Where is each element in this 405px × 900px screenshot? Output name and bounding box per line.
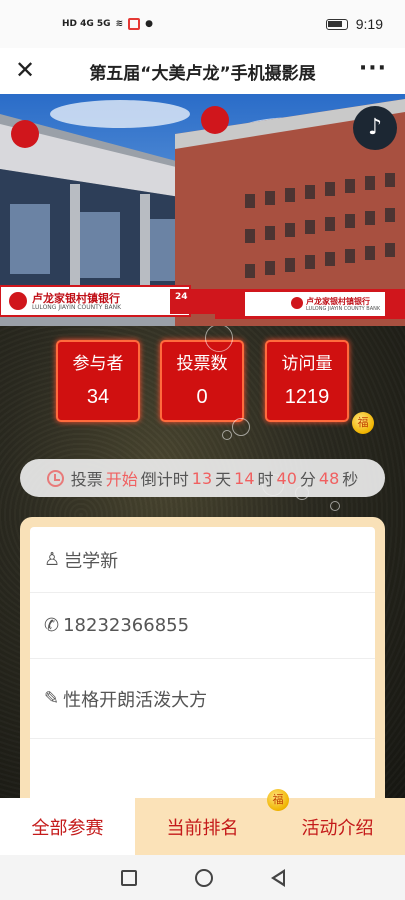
tab-event-intro[interactable]: 活动介绍 <box>270 798 405 855</box>
coin-decoration: 福 <box>352 412 374 434</box>
stat-participants: 参与者 34 <box>56 340 140 422</box>
profile-name-row: ♙ 岂学新 <box>30 527 375 593</box>
profile-phone[interactable]: 18232366855 <box>63 615 189 636</box>
profile-name: 岂学新 <box>64 550 119 572</box>
bottom-tab-bar: 全部参赛 当前排名 活动介绍 <box>0 798 405 855</box>
bank-sign-badge: 24 <box>175 292 188 302</box>
title-bar: ✕ 第五届“大美卢龙”手机摄影展 ··· <box>0 48 405 94</box>
home-icon[interactable] <box>194 868 213 887</box>
more-icon[interactable]: ··· <box>359 56 387 81</box>
clock-time: 9:19 <box>355 16 383 32</box>
coin-decoration: 福 <box>267 789 289 811</box>
stat-visits: 访问量 1219 <box>265 340 349 422</box>
stat-votes: 投票数 0 <box>160 340 244 422</box>
profile-card: ♙ 岂学新 ✆ 18232366855 ✎ 性格开朗活泼大方 <box>20 517 385 798</box>
page-title: 第五届“大美卢龙”手机摄影展 <box>89 63 316 84</box>
music-icon[interactable]: ♪ <box>353 106 397 150</box>
countdown-days: 13 <box>191 468 213 488</box>
notification-icon <box>128 18 141 30</box>
close-icon[interactable]: ✕ <box>12 57 38 83</box>
countdown-label: 倒计时 <box>140 470 189 489</box>
hero-photo: 卢龙家银村镇银行 LULONG JIAYIN COUNTY BANK 24 卢龙… <box>0 94 405 326</box>
back-icon[interactable] <box>270 868 285 887</box>
stat-label: 参与者 <box>72 354 124 374</box>
pencil-icon: ✎ <box>44 688 60 709</box>
bank-sign-left-en: LULONG JIAYIN COUNTY BANK <box>32 304 122 311</box>
bank-sign-right-en: LULONG JIAYIN COUNTY BANK <box>306 306 381 312</box>
stat-value: 0 <box>196 386 208 408</box>
countdown-hours: 14 <box>234 468 255 488</box>
stat-value: 1219 <box>284 386 330 408</box>
main-content: 参与者 34 投票数 0 访问量 1219 福 福 福 投票 开始 倒计时 13… <box>0 326 405 798</box>
profile-description: 性格开朗活泼大方 <box>63 689 208 711</box>
phone-icon: ✆ <box>44 615 60 636</box>
countdown-seconds: 48 <box>318 468 340 488</box>
countdown-status: 开始 <box>105 470 138 489</box>
status-bar: HD 4G 5G ≋ ● 9:19 <box>0 0 405 48</box>
countdown-hours-unit: 时 <box>257 470 274 489</box>
status-indicators: HD 4G 5G ≋ ● <box>62 18 153 30</box>
countdown-prefix: 投票 <box>70 470 103 489</box>
user-icon: ♙ <box>44 549 61 570</box>
bubble-decoration <box>330 501 340 511</box>
profile-card-body: ♙ 岂学新 ✆ 18232366855 ✎ 性格开朗活泼大方 <box>30 527 375 798</box>
bubble-decoration <box>232 418 250 436</box>
stat-value: 34 <box>86 386 110 408</box>
bubble-decoration <box>222 430 232 440</box>
stats-panel: 参与者 34 投票数 0 访问量 1219 <box>0 340 405 422</box>
network-indicator: HD 4G 5G <box>62 19 111 29</box>
profile-description-row: ✎ 性格开朗活泼大方 <box>30 659 375 739</box>
app-icon: ● <box>145 19 153 29</box>
wifi-icon: ≋ <box>115 19 124 29</box>
stat-label: 访问量 <box>281 354 333 374</box>
system-nav-bar <box>0 855 405 900</box>
clock-icon <box>46 469 64 487</box>
recent-apps-icon[interactable] <box>120 869 137 886</box>
vote-countdown: 投票 开始 倒计时 13 天 14 时 40 分 48 秒 <box>20 459 385 497</box>
countdown-seconds-unit: 秒 <box>342 470 359 489</box>
tab-all-entries[interactable]: 全部参赛 <box>0 798 135 855</box>
profile-phone-row: ✆ 18232366855 <box>30 593 375 659</box>
stat-label: 投票数 <box>176 354 228 374</box>
tab-current-ranking[interactable]: 当前排名 <box>135 798 270 855</box>
countdown-minutes: 40 <box>276 468 297 488</box>
countdown-days-unit: 天 <box>215 470 232 489</box>
battery-icon <box>325 18 348 30</box>
countdown-minutes-unit: 分 <box>299 470 316 489</box>
